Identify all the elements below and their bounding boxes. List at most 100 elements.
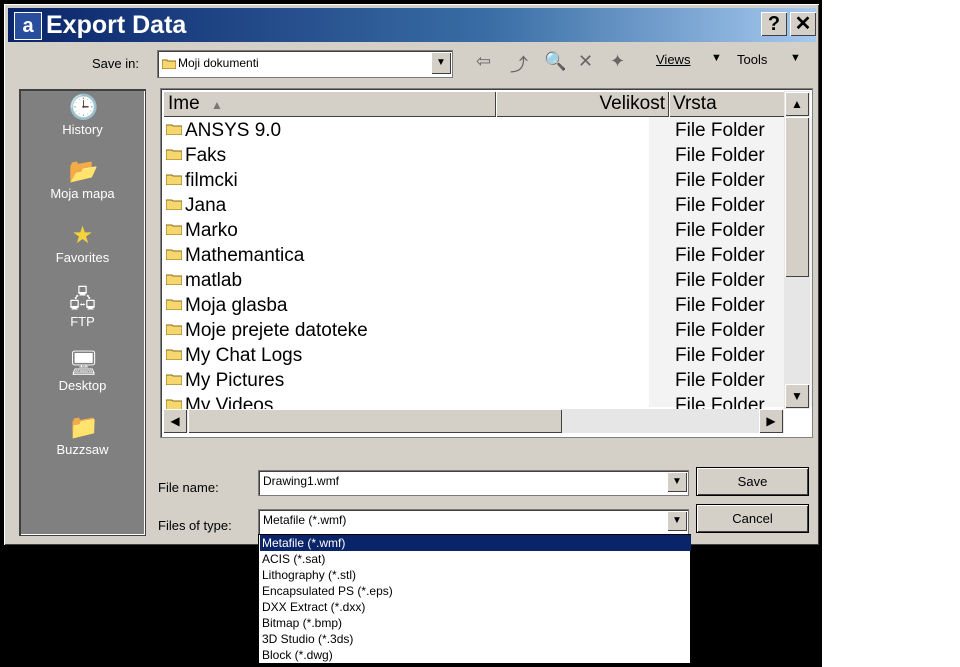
- place-history[interactable]: 🕒 History: [20, 94, 145, 137]
- cancel-button[interactable]: Cancel: [696, 504, 809, 533]
- save-in-dropdown[interactable]: Moji dokumenti ▼: [157, 50, 453, 78]
- back-icon[interactable]: ⇦: [476, 51, 491, 72]
- file-type-option[interactable]: Lithography (*.stl): [260, 567, 691, 583]
- scroll-down-button[interactable]: ▼: [785, 384, 809, 408]
- file-name-cell: ANSYS 9.0: [185, 120, 282, 141]
- window-title: Export Data: [46, 11, 187, 39]
- column-header-type[interactable]: Vrsta: [669, 91, 788, 117]
- file-type-cell: File Folder: [675, 270, 765, 291]
- tools-chevron-icon[interactable]: ▼: [790, 52, 801, 64]
- place-ftp[interactable]: 🖧 FTP: [20, 286, 145, 329]
- folder-icon: [166, 324, 182, 335]
- file-name-cell: My Chat Logs: [185, 345, 303, 366]
- file-name-cell: My Pictures: [185, 370, 285, 391]
- file-type-cell: File Folder: [675, 295, 765, 316]
- star-icon: ★: [71, 222, 94, 249]
- file-row[interactable]: matlab File Folder: [163, 268, 783, 293]
- chevron-down-icon[interactable]: ▼: [431, 52, 451, 74]
- place-label: Desktop: [58, 378, 107, 393]
- file-type-dropdown[interactable]: Metafile (*.wmf) ▼: [258, 509, 689, 535]
- tools-button[interactable]: Tools: [737, 52, 767, 67]
- file-row[interactable]: Marko File Folder: [163, 218, 783, 243]
- place-moja-mapa[interactable]: 📂 Moja mapa: [20, 158, 145, 201]
- column-name-label: Ime: [168, 93, 200, 114]
- file-type-label: Files of type:: [158, 518, 232, 533]
- column-header-name[interactable]: Ime ▲: [163, 91, 496, 117]
- file-name-value: Drawing1.wmf: [263, 474, 340, 488]
- folder-icon: [166, 124, 182, 135]
- file-row[interactable]: My Chat Logs File Folder: [163, 343, 783, 368]
- up-folder-icon[interactable]: ⤴: [510, 51, 528, 77]
- views-button[interactable]: Views: [656, 52, 690, 67]
- file-row[interactable]: Moja glasba File Folder: [163, 293, 783, 318]
- search-web-icon[interactable]: 🔍: [544, 51, 566, 72]
- place-label: Moja mapa: [50, 186, 115, 201]
- place-label: Buzzsaw: [56, 442, 109, 457]
- file-name-cell: Jana: [185, 195, 227, 216]
- history-icon: 🕒: [68, 94, 99, 121]
- file-type-cell: File Folder: [675, 245, 765, 266]
- file-row[interactable]: Jana File Folder: [163, 193, 783, 218]
- chevron-down-icon[interactable]: ▼: [667, 472, 687, 492]
- horizontal-scrollbar[interactable]: ◀ ▶: [163, 409, 784, 433]
- buzzsaw-icon: 📁: [68, 414, 99, 441]
- vertical-scrollbar[interactable]: ▲ ▼: [784, 91, 810, 409]
- file-name-cell: Moja glasba: [185, 295, 288, 316]
- file-type-cell: File Folder: [675, 370, 765, 391]
- file-type-cell: File Folder: [675, 145, 765, 166]
- folder-icon: [166, 299, 182, 310]
- place-favorites[interactable]: ★ Favorites: [20, 222, 145, 265]
- ftp-icon: 🖧: [69, 286, 96, 313]
- chevron-down-icon[interactable]: ▼: [667, 511, 687, 531]
- folder-icon: [166, 174, 182, 185]
- file-type-value: Metafile (*.wmf): [263, 513, 347, 527]
- file-row[interactable]: filmcki File Folder: [163, 168, 783, 193]
- file-name-input[interactable]: Drawing1.wmf ▼: [258, 470, 689, 496]
- place-desktop[interactable]: 🖥 Desktop: [20, 350, 145, 393]
- horizontal-scroll-thumb[interactable]: [188, 409, 562, 433]
- file-type-option[interactable]: Block (*.dwg): [260, 647, 691, 663]
- file-type-cell: File Folder: [675, 320, 765, 341]
- title-bar: a Export Data ? ✕: [8, 8, 816, 42]
- new-folder-icon[interactable]: ✦: [610, 51, 625, 72]
- scroll-right-button[interactable]: ▶: [759, 409, 783, 433]
- folder-icon: [166, 224, 182, 235]
- file-row[interactable]: Moje prejete datoteke File Folder: [163, 318, 783, 343]
- place-buzzsaw[interactable]: 📁 Buzzsaw: [20, 414, 145, 457]
- file-row[interactable]: Mathemantica File Folder: [163, 243, 783, 268]
- file-type-option[interactable]: Bitmap (*.bmp): [260, 615, 691, 631]
- file-type-option[interactable]: 3D Studio (*.3ds): [260, 631, 691, 647]
- save-in-label: Save in:: [92, 56, 139, 71]
- folder-icon: [166, 149, 182, 160]
- file-name-cell: Faks: [185, 145, 227, 166]
- folder-icon: [166, 349, 182, 360]
- file-type-option[interactable]: DXX Extract (*.dxx): [260, 599, 691, 615]
- file-type-cell: File Folder: [675, 345, 765, 366]
- folder-icon: [166, 274, 182, 285]
- places-bar: 🕒 History 📂 Moja mapa ★ Favorites 🖧 FTP …: [19, 89, 146, 536]
- file-row[interactable]: Faks File Folder: [163, 143, 783, 168]
- folder-icon: [166, 249, 182, 260]
- file-type-cell: File Folder: [675, 120, 765, 141]
- vertical-scroll-thumb[interactable]: [785, 117, 809, 277]
- save-button[interactable]: Save: [696, 467, 809, 496]
- file-row[interactable]: My Pictures File Folder: [163, 368, 783, 393]
- close-button[interactable]: ✕: [790, 12, 816, 36]
- place-label: History: [62, 122, 103, 137]
- help-button[interactable]: ?: [761, 12, 787, 36]
- file-type-cell: File Folder: [675, 220, 765, 241]
- file-name-cell: Moje prejete datoteke: [185, 320, 368, 341]
- autocad-app-icon: a: [14, 12, 42, 40]
- file-type-option[interactable]: Metafile (*.wmf): [260, 535, 691, 551]
- column-header-size[interactable]: Velikost: [496, 91, 669, 117]
- views-chevron-icon[interactable]: ▼: [711, 52, 722, 64]
- file-name-cell: matlab: [185, 270, 243, 291]
- file-row[interactable]: ANSYS 9.0 File Folder: [163, 118, 783, 143]
- file-type-option[interactable]: ACIS (*.sat): [260, 551, 691, 567]
- file-list[interactable]: Ime ▲ Velikost Vrsta ANSYS 9.0 File Folde…: [160, 88, 813, 438]
- delete-icon[interactable]: ✕: [578, 51, 593, 72]
- export-data-dialog: a Export Data ? ✕ Save in: Moji dokument…: [4, 4, 819, 545]
- scroll-up-button[interactable]: ▲: [785, 92, 809, 116]
- file-type-option[interactable]: Encapsulated PS (*.eps): [260, 583, 691, 599]
- scroll-left-button[interactable]: ◀: [163, 409, 187, 433]
